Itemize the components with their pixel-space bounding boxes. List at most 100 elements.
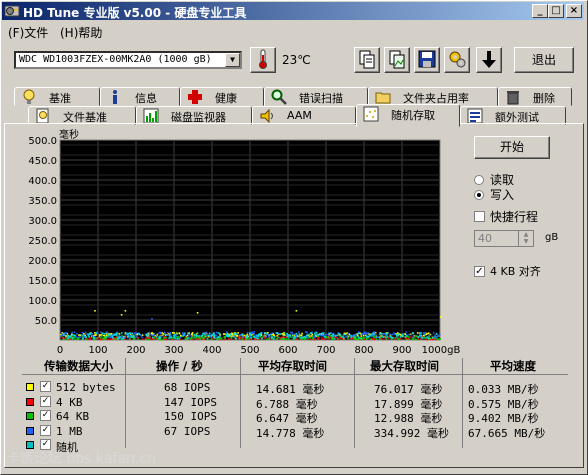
data-point	[343, 333, 345, 336]
maximize-button[interactable]: □	[548, 4, 564, 18]
write-label: 写入	[490, 188, 515, 202]
tab-random-access[interactable]: 随机存取	[356, 104, 460, 127]
y-tick-label: 500.0	[28, 136, 57, 147]
data-point	[371, 338, 374, 340]
quick-stroke-spinner[interactable]: 40 ▲ ▼	[474, 230, 534, 247]
data-point	[91, 332, 94, 335]
data-point	[87, 334, 90, 337]
data-point	[156, 338, 159, 341]
data-point	[119, 336, 122, 338]
data-point	[95, 332, 98, 334]
menu-help[interactable]: (H)帮助	[60, 24, 102, 41]
data-point	[297, 331, 300, 333]
data-point	[249, 334, 252, 336]
align-4kb-checkbox[interactable]: ✓	[474, 266, 485, 277]
copy-image-button[interactable]	[384, 47, 410, 73]
tab-erase[interactable]: 删除	[498, 87, 572, 106]
data-point	[105, 331, 107, 334]
exit-button[interactable]: 退出	[514, 47, 574, 73]
data-point	[343, 337, 345, 339]
menu-file[interactable]: (F)文件	[8, 24, 48, 41]
data-point	[91, 335, 94, 337]
quick-stroke-checkbox[interactable]	[474, 211, 485, 222]
series-checkbox[interactable]: ✓	[40, 395, 51, 407]
data-point	[347, 337, 349, 340]
close-button[interactable]: ×	[566, 4, 582, 18]
data-point	[370, 335, 373, 338]
series-checkbox[interactable]: ✓	[40, 381, 51, 392]
series-checkbox[interactable]: ✓	[40, 424, 51, 436]
drive-select[interactable]: WDC WD1003FZEX-00MK2A0 (1000 gB) ▼	[14, 51, 242, 69]
tab-health[interactable]: 健康	[180, 87, 264, 106]
temperature-button[interactable]	[250, 47, 276, 73]
data-point	[325, 336, 328, 339]
data-point	[219, 337, 222, 339]
data-point	[433, 335, 436, 338]
spinner-arrows-icon[interactable]: ▲ ▼	[518, 231, 533, 246]
series-checkbox[interactable]: ✓	[40, 410, 51, 421]
data-point	[419, 334, 421, 337]
data-point	[429, 337, 432, 340]
copy-text-button[interactable]	[354, 47, 380, 73]
data-point	[249, 332, 251, 334]
data-point	[222, 333, 225, 335]
download-button[interactable]	[476, 47, 502, 73]
data-point	[440, 316, 442, 318]
data-point	[379, 333, 381, 335]
data-point	[370, 338, 372, 340]
read-radio[interactable]	[474, 175, 484, 185]
data-point	[135, 336, 137, 338]
data-point	[268, 334, 271, 336]
data-point	[394, 333, 396, 335]
data-point	[75, 336, 78, 339]
data-point	[158, 331, 161, 334]
data-point	[290, 336, 293, 339]
tab-benchmark[interactable]: 基准	[14, 87, 100, 106]
tab-label: 删除	[533, 92, 555, 105]
options-button[interactable]	[444, 47, 470, 73]
data-point	[206, 332, 209, 335]
start-button[interactable]: 开始	[474, 136, 550, 159]
data-point	[155, 335, 158, 338]
data-point	[332, 333, 335, 336]
data-point	[111, 337, 114, 339]
tab-info[interactable]: 信息	[100, 87, 180, 106]
data-point	[347, 332, 350, 335]
data-point	[311, 334, 314, 336]
data-point	[122, 337, 125, 340]
title-bar[interactable]: HD Tune 专业版 v5.00 - 硬盘专业工具 _ □ ×	[2, 2, 584, 20]
data-point	[193, 333, 196, 336]
data-point	[382, 336, 385, 339]
data-point	[216, 338, 219, 341]
data-point	[148, 331, 151, 334]
data-point	[270, 337, 273, 340]
data-point	[318, 333, 321, 335]
data-point	[320, 334, 322, 337]
minimize-button[interactable]: _	[532, 4, 548, 18]
data-point	[173, 336, 175, 338]
column-divider	[240, 358, 241, 448]
data-point	[124, 332, 127, 335]
chevron-down-icon[interactable]: ▼	[225, 53, 240, 67]
data-point	[271, 332, 274, 334]
data-point	[130, 336, 133, 338]
data-point	[96, 337, 98, 339]
folder-icon	[375, 92, 391, 104]
data-point	[432, 331, 435, 334]
data-point	[203, 336, 206, 339]
data-point	[198, 335, 200, 337]
data-point	[192, 338, 194, 341]
cell-ops: 150 IOPS	[164, 410, 217, 423]
write-radio[interactable]	[474, 190, 484, 200]
save-button[interactable]	[414, 47, 440, 73]
data-point	[337, 337, 339, 340]
data-point	[290, 331, 292, 334]
data-point	[173, 332, 176, 334]
data-point	[161, 332, 163, 334]
tab-error-scan[interactable]: 错误扫描	[264, 87, 368, 106]
cell-ops: 68 IOPS	[164, 381, 211, 394]
data-point	[408, 333, 410, 336]
data-point	[63, 334, 65, 337]
magnifier-icon	[271, 89, 287, 105]
column-divider	[354, 358, 355, 448]
